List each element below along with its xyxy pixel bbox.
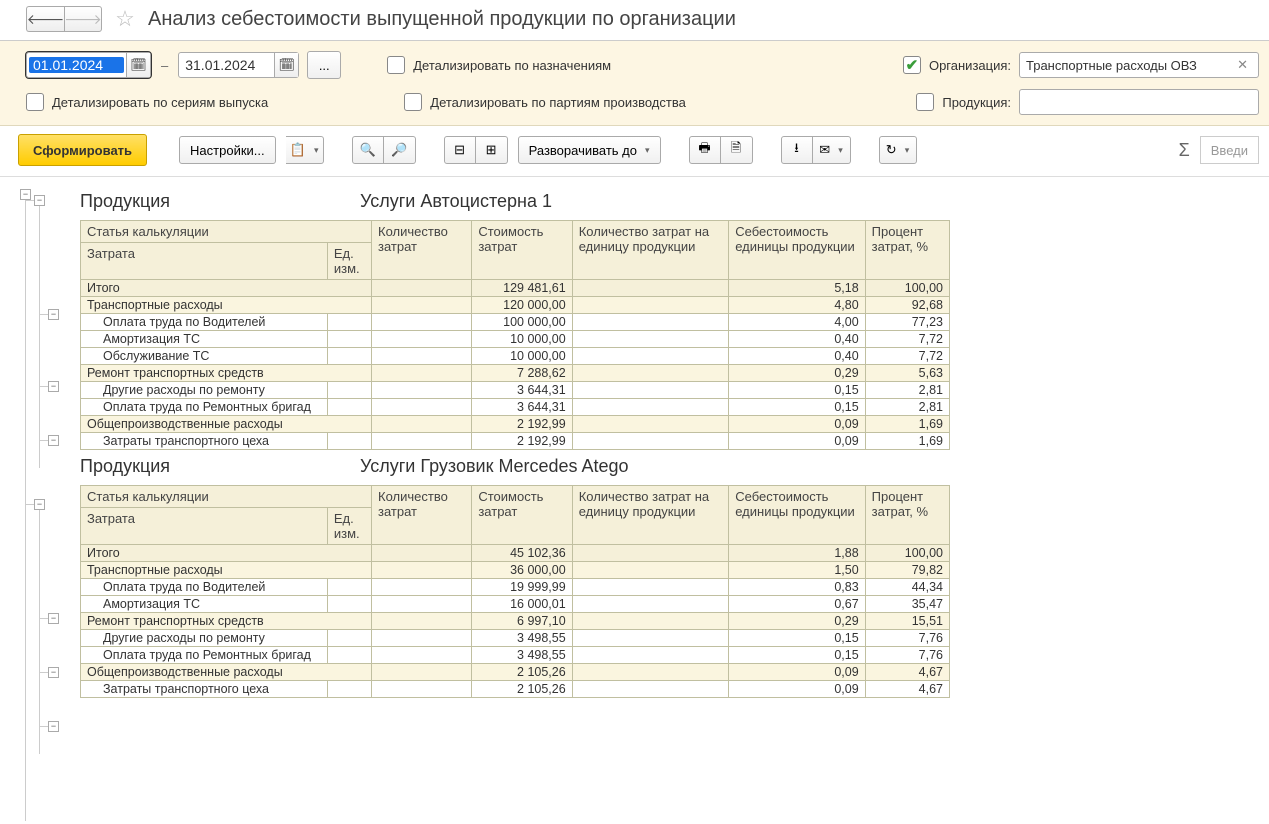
item-row[interactable]: Оплата труда по Водителей 19 999,99 0,83… (81, 579, 950, 596)
save-button[interactable]: ⭳ (781, 136, 813, 164)
tree-toggle[interactable]: − (34, 499, 45, 510)
detail-by-series-checkbox[interactable] (26, 93, 44, 111)
nav-forward-button[interactable]: 🡒 (64, 6, 102, 32)
group-row[interactable]: Ремонт транспортных средств 7 288,62 0,2… (81, 365, 950, 382)
cost-table: Статья калькуляции Количество затрат Сто… (80, 485, 950, 698)
sigma-icon: Σ (1179, 140, 1190, 161)
product-heading-value: Услуги Автоцистерна 1 (360, 191, 552, 212)
header-cost-per-unit: Себестоимость единицы продукции (729, 486, 865, 545)
detail-by-purpose-checkbox[interactable] (387, 56, 405, 74)
total-row: Итого 45 102,36 1,88100,00 (81, 545, 950, 562)
print-button[interactable]: 🖶 (689, 136, 721, 164)
organization-input[interactable]: Транспортные расходы ОВЗ ✕ (1019, 52, 1259, 78)
mail-icon: ✉ (819, 142, 830, 158)
item-row[interactable]: Оплата труда по Ремонтных бригад 3 498,5… (81, 647, 950, 664)
tree-toggle[interactable]: − (34, 195, 45, 206)
calendar-icon[interactable]: 🗓 (126, 53, 150, 77)
period-start-value: 01.01.2024 (29, 57, 124, 73)
header-qty-per-unit: Количество затрат на единицу продукции (572, 486, 729, 545)
period-end-value: 31.01.2024 (179, 57, 274, 73)
header-cost-per-unit: Себестоимость единицы продукции (729, 221, 865, 280)
header-cost-item: Затрата (81, 508, 328, 545)
search-cancel-icon: 🔎 (391, 142, 407, 158)
page-title: Анализ себестоимости выпущенной продукци… (148, 8, 736, 31)
organization-label: Организация: (929, 58, 1011, 73)
refresh-icon: ↻ (886, 142, 897, 158)
tree-toggle[interactable]: − (48, 667, 59, 678)
item-row[interactable]: Другие расходы по ремонту 3 498,55 0,157… (81, 630, 950, 647)
header-calc-item: Статья калькуляции (81, 221, 372, 243)
group-row[interactable]: Транспортные расходы 120 000,00 4,8092,6… (81, 297, 950, 314)
item-row[interactable]: Амортизация ТС 10 000,00 0,407,72 (81, 331, 950, 348)
refresh-button[interactable]: ↻▾ (879, 136, 917, 164)
item-row[interactable]: Оплата труда по Водителей 100 000,00 4,0… (81, 314, 950, 331)
header-unit: Ед. изм. (327, 243, 371, 280)
product-input[interactable] (1019, 89, 1259, 115)
favorite-star-icon[interactable]: ☆ (112, 6, 138, 32)
product-heading-value: Услуги Грузовик Mercedes Atego (360, 456, 629, 477)
header-calc-item: Статья калькуляции (81, 486, 372, 508)
detail-by-batches-label: Детализировать по партиям производства (430, 95, 686, 110)
product-label: Продукция: (942, 95, 1011, 110)
header-cost-item: Затрата (81, 243, 328, 280)
period-select-button[interactable]: ... (307, 51, 341, 79)
nav-back-button[interactable]: 🡐 (26, 6, 64, 32)
header-qty-per-unit: Количество затрат на единицу продукции (572, 221, 729, 280)
generate-button[interactable]: Сформировать (18, 134, 147, 166)
item-row[interactable]: Амортизация ТС 16 000,01 0,6735,47 (81, 596, 950, 613)
group-row[interactable]: Транспортные расходы 36 000,00 1,5079,82 (81, 562, 950, 579)
total-row: Итого 129 481,61 5,18100,00 (81, 280, 950, 297)
preview-button[interactable]: 🗎 (721, 136, 753, 164)
tree-toggle[interactable]: − (48, 613, 59, 624)
product-heading-label: Продукция (80, 456, 320, 477)
header-unit: Ед. изм. (327, 508, 371, 545)
header-qty: Количество затрат (372, 221, 472, 280)
variants-button[interactable]: 📋▾ (286, 136, 324, 164)
search-icon: 🔍 (360, 142, 376, 158)
detail-by-batches-checkbox[interactable] (404, 93, 422, 111)
organization-checkbox[interactable] (903, 56, 921, 74)
header-cost: Стоимость затрат (472, 221, 572, 280)
detail-by-purpose-label: Детализировать по назначениям (413, 58, 611, 73)
tree-toggle[interactable]: − (48, 435, 59, 446)
item-row[interactable]: Затраты транспортного цеха 2 105,26 0,09… (81, 681, 950, 698)
header-qty: Количество затрат (372, 486, 472, 545)
collapse-all-button[interactable]: ⊟ (444, 136, 476, 164)
tree-toggle[interactable]: − (48, 381, 59, 392)
item-row[interactable]: Другие расходы по ремонту 3 644,31 0,152… (81, 382, 950, 399)
expand-icon: ⊞ (486, 142, 497, 158)
group-row[interactable]: Общепроизводственные расходы 2 192,99 0,… (81, 416, 950, 433)
printer-icon: 🖶 (698, 139, 710, 161)
preview-icon: 🗎 (731, 139, 741, 161)
expand-to-button[interactable]: Разворачивать до▾ (518, 136, 661, 164)
header-pct: Процент затрат, % (865, 486, 949, 545)
product-heading-label: Продукция (80, 191, 320, 212)
save-icon: ⭳ (794, 139, 799, 161)
collapse-icon: ⊟ (454, 142, 465, 158)
product-checkbox[interactable] (916, 93, 934, 111)
tree-toggle[interactable]: − (48, 721, 59, 732)
period-end-input[interactable]: 31.01.2024 🗓 (178, 52, 299, 78)
item-row[interactable]: Обслуживание ТС 10 000,00 0,407,72 (81, 348, 950, 365)
find-button[interactable]: 🔍 (352, 136, 384, 164)
clear-icon[interactable]: ✕ (1233, 57, 1252, 73)
organization-value: Транспортные расходы ОВЗ (1026, 58, 1197, 73)
send-button[interactable]: ✉▾ (813, 136, 851, 164)
item-row[interactable]: Оплата труда по Ремонтных бригад 3 644,3… (81, 399, 950, 416)
group-row[interactable]: Ремонт транспортных средств 6 997,10 0,2… (81, 613, 950, 630)
calendar-icon[interactable]: 🗓 (274, 53, 298, 77)
expand-all-button[interactable]: ⊞ (476, 136, 508, 164)
find-next-button[interactable]: 🔎 (384, 136, 416, 164)
header-pct: Процент затрат, % (865, 221, 949, 280)
cost-table: Статья калькуляции Количество затрат Сто… (80, 220, 950, 450)
settings-button[interactable]: Настройки... (179, 136, 276, 164)
find-input[interactable]: Введи (1200, 136, 1259, 164)
detail-by-series-label: Детализировать по сериям выпуска (52, 95, 268, 110)
tree-toggle[interactable]: − (48, 309, 59, 320)
header-cost: Стоимость затрат (472, 486, 572, 545)
period-start-input[interactable]: 01.01.2024 🗓 (26, 52, 151, 78)
group-row[interactable]: Общепроизводственные расходы 2 105,26 0,… (81, 664, 950, 681)
tree-toggle[interactable]: − (20, 189, 31, 200)
item-row[interactable]: Затраты транспортного цеха 2 192,99 0,09… (81, 433, 950, 450)
